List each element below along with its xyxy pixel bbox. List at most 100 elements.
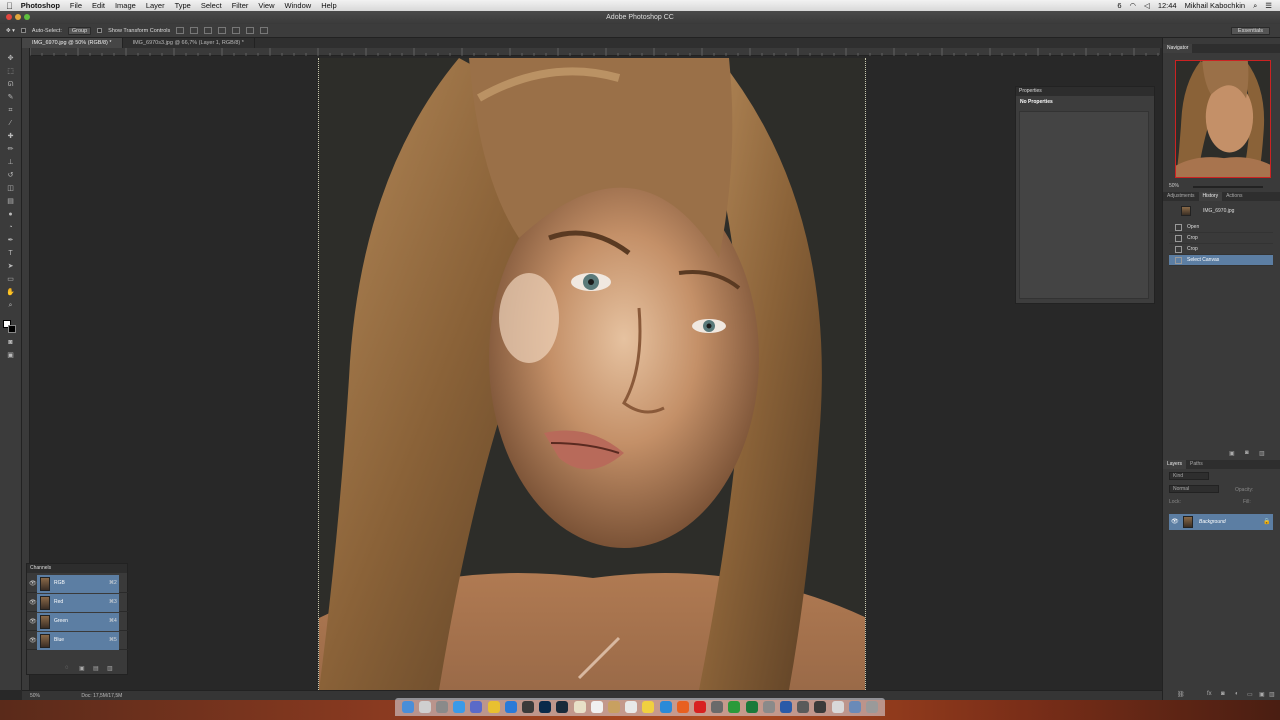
eye-icon[interactable]: 👁 xyxy=(29,618,37,625)
spotlight-icon[interactable]: ⌕ xyxy=(1253,1,1257,11)
word-icon[interactable] xyxy=(780,701,793,713)
navigator-zoom-slider[interactable] xyxy=(1193,186,1263,188)
blend-mode-select[interactable]: Normal xyxy=(1169,485,1219,493)
system-preferences-icon[interactable] xyxy=(522,701,535,713)
user-name[interactable]: Mikhail Kabochkin xyxy=(1185,1,1245,10)
show-transform-checkbox[interactable] xyxy=(97,28,103,33)
hand-tool-icon[interactable]: ✋ xyxy=(5,288,16,297)
history-row-crop[interactable]: Crop xyxy=(1169,244,1273,255)
channel-row-green[interactable]: 👁 Green ⌘4 xyxy=(27,613,129,631)
quick-select-tool-icon[interactable]: ✎ xyxy=(5,93,16,102)
new-layer-icon[interactable]: ▣ xyxy=(1259,691,1265,698)
menu-file[interactable]: File xyxy=(70,1,82,10)
documents-folder-icon[interactable] xyxy=(831,701,844,713)
save-selection-icon[interactable]: ▣ xyxy=(79,665,85,672)
menu-window[interactable]: Window xyxy=(285,1,312,10)
history-row-select-canvas[interactable]: Select Canvas xyxy=(1169,255,1273,266)
tab-adjustments[interactable]: Adjustments xyxy=(1163,192,1199,201)
navigator-zoom-value[interactable]: 50% xyxy=(1169,183,1179,189)
canvas-area[interactable] xyxy=(30,56,1160,690)
menu-view[interactable]: View xyxy=(258,1,274,10)
portrait-photo[interactable] xyxy=(318,58,866,690)
calendar-icon[interactable] xyxy=(590,701,603,713)
volume-icon[interactable]: ◁ xyxy=(1144,1,1150,10)
layer-filter-kind[interactable]: Kind xyxy=(1169,472,1209,480)
menu-help[interactable]: Help xyxy=(321,1,336,10)
tab-layers[interactable]: Layers xyxy=(1163,460,1187,469)
tab-document-2[interactable]: IMG_6970s3.jpg @ 66,7% (Layer 1, RGB/8) … xyxy=(123,38,255,48)
eyedropper-tool-icon[interactable]: ⁄ xyxy=(5,119,16,128)
menu-image[interactable]: Image xyxy=(115,1,136,10)
textedit-icon[interactable] xyxy=(625,701,638,713)
channels-panel-title[interactable]: Channels xyxy=(27,564,127,573)
minimize-window-button[interactable] xyxy=(15,14,21,20)
trash-icon[interactable] xyxy=(866,701,879,713)
navigator-thumbnail[interactable] xyxy=(1175,60,1271,178)
menu-layer[interactable]: Layer xyxy=(146,1,165,10)
eraser-tool-icon[interactable]: ◫ xyxy=(5,184,16,193)
menu-edit[interactable]: Edit xyxy=(92,1,105,10)
delete-state-icon[interactable]: ▥ xyxy=(1259,450,1265,457)
notification-icon[interactable]: ☰ xyxy=(1265,1,1272,10)
wifi-icon[interactable]: ◠ xyxy=(1130,1,1137,10)
auto-select-checkbox[interactable] xyxy=(20,28,26,33)
align-top-icon[interactable] xyxy=(176,27,185,34)
dodge-tool-icon[interactable]: ◔ xyxy=(5,223,16,232)
channel-row-red[interactable]: 👁 Red ⌘3 xyxy=(27,594,129,612)
notes-icon[interactable] xyxy=(573,701,586,713)
screenshot-icon[interactable] xyxy=(814,701,827,713)
align-middle-icon[interactable] xyxy=(190,27,199,34)
chrome-icon[interactable] xyxy=(487,701,500,713)
tab-history[interactable]: History xyxy=(1198,192,1223,201)
blur-tool-icon[interactable]: ● xyxy=(5,210,16,219)
healing-brush-icon[interactable]: ✚ xyxy=(5,132,16,141)
app-menu[interactable]: Photoshop xyxy=(21,1,60,10)
activity-monitor-icon[interactable] xyxy=(797,701,810,713)
new-group-icon[interactable]: ▭ xyxy=(1247,691,1253,698)
history-brush-icon[interactable]: ↺ xyxy=(5,171,16,180)
properties-panel-title[interactable]: Properties xyxy=(1016,87,1154,96)
downloads-folder-icon[interactable] xyxy=(848,701,861,713)
add-style-icon[interactable]: fx xyxy=(1207,691,1212,697)
eye-icon[interactable]: 👁 xyxy=(29,599,37,606)
eye-icon[interactable]: 👁 xyxy=(29,580,37,587)
facetime-icon[interactable] xyxy=(728,701,741,713)
history-row-open[interactable]: Open xyxy=(1169,222,1273,233)
add-mask-icon[interactable]: ◙ xyxy=(1221,691,1225,697)
eye-icon[interactable]: 👁 xyxy=(1171,518,1179,525)
adjustment-layer-icon[interactable]: ◐ xyxy=(1235,691,1239,697)
status-zoom[interactable]: 50% xyxy=(30,693,40,699)
pen-tool-icon[interactable]: ✒ xyxy=(5,236,16,245)
link-layers-icon[interactable]: ⛓ xyxy=(1177,691,1185,698)
new-document-from-state-icon[interactable]: ▣ xyxy=(1229,450,1235,457)
align-bottom-icon[interactable] xyxy=(204,27,213,34)
tab-paths[interactable]: Paths xyxy=(1186,460,1207,469)
group-select[interactable]: Group xyxy=(67,26,92,35)
delete-channel-icon[interactable]: ▥ xyxy=(107,665,113,672)
horizontal-ruler[interactable] xyxy=(30,48,1160,56)
new-channel-icon[interactable]: ▤ xyxy=(93,665,99,672)
status-doc-size[interactable]: Doc: 17,5M/17,5M xyxy=(81,693,122,699)
launchpad-icon[interactable] xyxy=(418,701,431,713)
tab-navigator[interactable]: Navigator xyxy=(1163,44,1193,53)
align-right-icon[interactable] xyxy=(246,27,255,34)
skype-icon[interactable] xyxy=(659,701,672,713)
distribute-icon[interactable] xyxy=(260,27,269,34)
screen-mode-icon[interactable]: ▣ xyxy=(5,351,16,360)
safari-icon[interactable] xyxy=(453,701,466,713)
acrobat-icon[interactable] xyxy=(694,701,707,713)
mission-control-icon[interactable] xyxy=(436,701,448,713)
lasso-tool-icon[interactable]: ᘏ xyxy=(5,80,16,89)
workspace-switcher[interactable]: Essentials xyxy=(1230,27,1270,35)
path-select-icon[interactable]: ➤ xyxy=(5,262,16,271)
history-snapshot[interactable]: IMG_6970.jpg xyxy=(1169,204,1273,218)
align-center-icon[interactable] xyxy=(232,27,241,34)
channel-row-blue[interactable]: 👁 Blue ⌘5 xyxy=(27,632,129,650)
contacts-icon[interactable] xyxy=(608,701,621,713)
channel-row-rgb[interactable]: 👁 RGB ⌘2 xyxy=(27,575,129,593)
crop-tool-icon[interactable]: ⌗ xyxy=(5,106,16,115)
zoom-tool-icon[interactable]: ⌕ xyxy=(5,301,16,310)
quick-mask-icon[interactable]: ◙ xyxy=(5,338,16,347)
menu-type[interactable]: Type xyxy=(175,1,191,10)
stickies-icon[interactable] xyxy=(642,701,655,713)
